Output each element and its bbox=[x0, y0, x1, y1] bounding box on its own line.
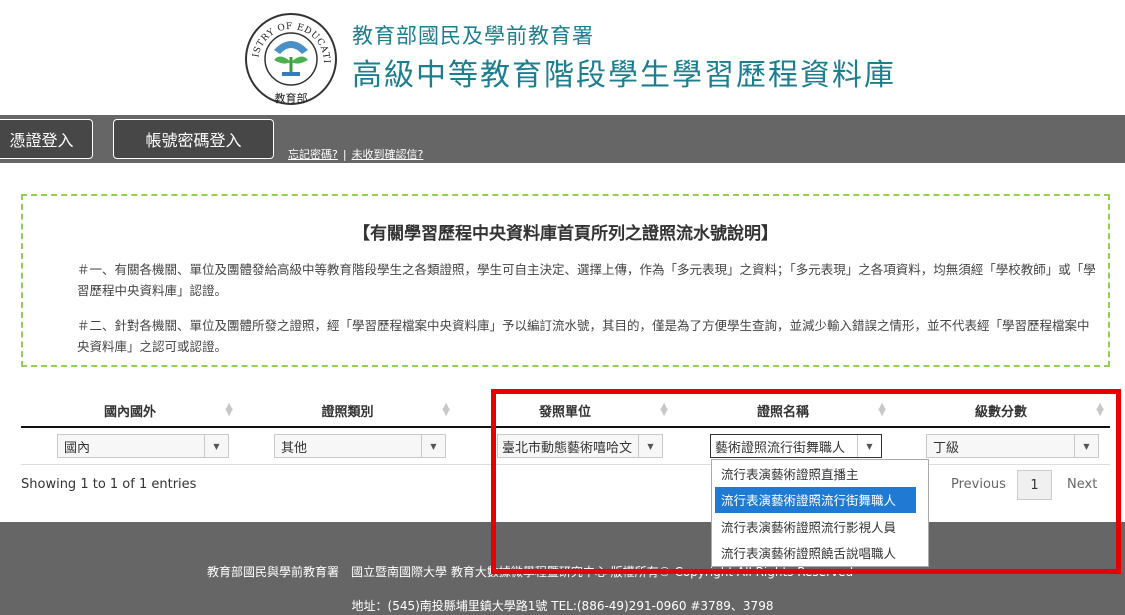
chevron-down-icon: ▼ bbox=[421, 435, 445, 457]
previous-page-button[interactable]: Previous bbox=[951, 477, 1006, 492]
page: MINISTRY OF EDUCATION 教育部 教育部國民及學前教育署 高級… bbox=[0, 0, 1125, 615]
filter-level-score-select[interactable]: 丁級 ▼ bbox=[926, 434, 1099, 458]
agency-name: 教育部國民及學前教育署 bbox=[352, 24, 594, 48]
column-header-issuer[interactable]: 發照單位 ▲ ▼ bbox=[456, 394, 674, 426]
column-header-domestic-foreign[interactable]: 國內國外 ▲ ▼ bbox=[21, 394, 239, 426]
chevron-down-icon: ▼ bbox=[204, 435, 228, 457]
filter-domestic-foreign-select[interactable]: 國內 ▼ bbox=[57, 434, 229, 458]
table-header: 國內國外 ▲ ▼ 證照類別 ▲ ▼ 發照單位 ▲ ▼ 證照名稱 ▲ ▼ 級數分數 ▲ ▼ bbox=[21, 394, 1110, 428]
dropdown-option-rap[interactable]: 流行表演藝術證照饒舌說唱職人 bbox=[712, 540, 928, 567]
notice-box: 【有關學習歷程中央資料庫首頁所列之證照流水號說明】 ＃一、有關各機關、單位及團體… bbox=[21, 194, 1110, 367]
column-header-cert-name[interactable]: 證照名稱 ▲ ▼ bbox=[674, 394, 892, 426]
logo-text-bottom: 教育部 bbox=[275, 91, 308, 105]
nav-separator: | bbox=[342, 148, 347, 161]
nav-bar: 憑證登入 帳號密碼登入 忘記密碼? | 未收到確認信? bbox=[0, 115, 1125, 163]
sort-icon: ▲ ▼ bbox=[1096, 401, 1104, 418]
account-login-button[interactable]: 帳號密碼登入 bbox=[113, 119, 274, 159]
dropdown-option-street-dance[interactable]: 流行表演藝術證照流行街舞職人 bbox=[715, 486, 916, 513]
notice-paragraph-2: ＃二、針對各機關、單位及團體所發之證照，經「學習歷程檔案中央資料庫」予以編訂流水… bbox=[77, 318, 1090, 354]
filter-issuer-select[interactable]: 臺北市動態藝術嘻哈文 ▼ bbox=[497, 434, 663, 458]
filter-row: 國內 ▼ 其他 ▼ 臺北市動態藝術嘻哈文 ▼ 藝術證照流行街舞職人 ▼ 丁級 ▼ bbox=[21, 428, 1110, 465]
footer: 教育部國民與學前教育署 國立暨南國際大學 教育大數據微學程暨研究中心 版權所有©… bbox=[0, 522, 1125, 615]
ministry-logo: MINISTRY OF EDUCATION 教育部 bbox=[244, 12, 337, 105]
footer-address: 地址：(545)南投縣埔里鎮大學路1號 TEL:(886-49)291-0960… bbox=[351, 599, 774, 613]
dropdown-option-livestreamer[interactable]: 流行表演藝術證照直播主 bbox=[712, 460, 928, 487]
column-header-level-score[interactable]: 級數分數 ▲ ▼ bbox=[892, 394, 1110, 426]
dropdown-option-film-tv[interactable]: 流行表演藝術證照流行影視人員 bbox=[712, 513, 928, 540]
nav-links: 忘記密碼? | 未收到確認信? bbox=[288, 146, 423, 162]
notice-title: 【有關學習歷程中央資料庫首頁所列之證照流水號說明】 bbox=[353, 224, 778, 244]
chevron-down-icon: ▼ bbox=[857, 435, 881, 457]
sort-icon: ▲ ▼ bbox=[878, 401, 886, 418]
table-info: Showing 1 to 1 of 1 entries bbox=[21, 477, 197, 492]
filter-cert-name-select[interactable]: 藝術證照流行街舞職人 ▼ bbox=[710, 434, 882, 458]
no-confirmation-link[interactable]: 未收到確認信? bbox=[352, 148, 424, 161]
forgot-password-link[interactable]: 忘記密碼? bbox=[288, 148, 338, 161]
filter-cert-category-select[interactable]: 其他 ▼ bbox=[274, 434, 446, 458]
sort-icon: ▲ ▼ bbox=[225, 401, 233, 418]
chevron-down-icon: ▼ bbox=[638, 435, 662, 457]
notice-paragraph-1: ＃一、有關各機關、單位及團體發給高級中等教育階段學生之各類證照，學生可自主決定、… bbox=[77, 262, 1096, 298]
site-title: 高級中等教育階段學生學習歷程資料庫 bbox=[352, 58, 896, 93]
cert-name-dropdown: 流行表演藝術證照直播主 流行表演藝術證照流行街舞職人 流行表演藝術證照流行影視人… bbox=[711, 459, 929, 567]
cert-login-button[interactable]: 憑證登入 bbox=[0, 119, 93, 159]
next-page-button[interactable]: Next bbox=[1067, 477, 1097, 492]
chevron-down-icon: ▼ bbox=[1074, 435, 1098, 457]
column-header-cert-category[interactable]: 證照類別 ▲ ▼ bbox=[239, 394, 456, 426]
sort-icon: ▲ ▼ bbox=[442, 401, 450, 418]
page-1-button[interactable]: 1 bbox=[1017, 470, 1052, 500]
sort-icon: ▲ ▼ bbox=[660, 401, 668, 418]
